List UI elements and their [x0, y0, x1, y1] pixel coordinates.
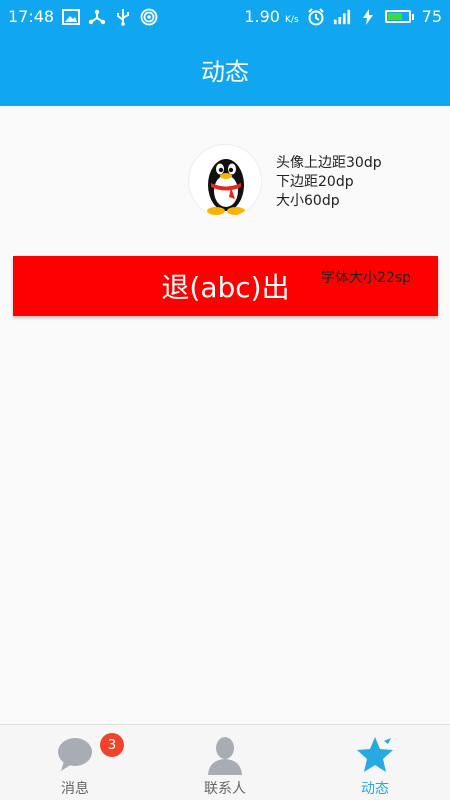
status-time: 17:48 — [8, 7, 55, 26]
tab-contacts-label: 联系人 — [204, 781, 246, 797]
qq-penguin-avatar-icon — [207, 159, 245, 215]
page-title: 动态 — [201, 58, 249, 86]
network-speed-value: 1.90 — [244, 7, 280, 26]
tab-contacts[interactable]: 联系人 — [150, 725, 300, 800]
tab-messages[interactable]: 消息 3 — [0, 725, 150, 800]
alarm-icon — [307, 7, 325, 26]
header: 动态 — [0, 33, 450, 106]
unread-badge: 3 — [100, 733, 124, 757]
avatar-note-line: 头像上边距30dp — [276, 155, 382, 171]
avatar[interactable] — [188, 144, 262, 218]
tab-feed-label: 动态 — [361, 781, 389, 797]
bottom-nav: 消息 3 联系人 动态 — [0, 724, 450, 800]
avatar-note-line: 大小60dp — [276, 193, 340, 209]
avatar-note: 头像上边距30dp 下边距20dp 大小60dp — [276, 154, 382, 211]
contact-person-icon — [208, 737, 242, 775]
tab-feed[interactable]: 动态 — [300, 725, 450, 800]
network-speed: 1.90 K/s — [244, 7, 298, 26]
usb-share-icon — [88, 8, 106, 26]
tab-messages-label: 消息 — [61, 781, 89, 797]
star-icon — [357, 737, 393, 772]
status-bar: 17:48 1.90 K/s 75 — [0, 0, 450, 33]
hotspot-icon — [140, 8, 158, 26]
chat-bubble-icon — [58, 738, 92, 771]
network-speed-unit: K/s — [285, 15, 299, 25]
image-icon — [62, 8, 81, 26]
exit-button-note: 字体大小22sp — [321, 270, 411, 286]
signal-4g-icon — [333, 8, 351, 26]
avatar-note-line: 下边距20dp — [276, 174, 354, 190]
charging-icon — [359, 8, 377, 26]
exit-button[interactable]: 退(abc)出 字体大小22sp — [13, 256, 438, 316]
battery-icon — [384, 10, 414, 23]
battery-level: 75 — [421, 7, 442, 26]
usb-icon — [114, 8, 132, 26]
